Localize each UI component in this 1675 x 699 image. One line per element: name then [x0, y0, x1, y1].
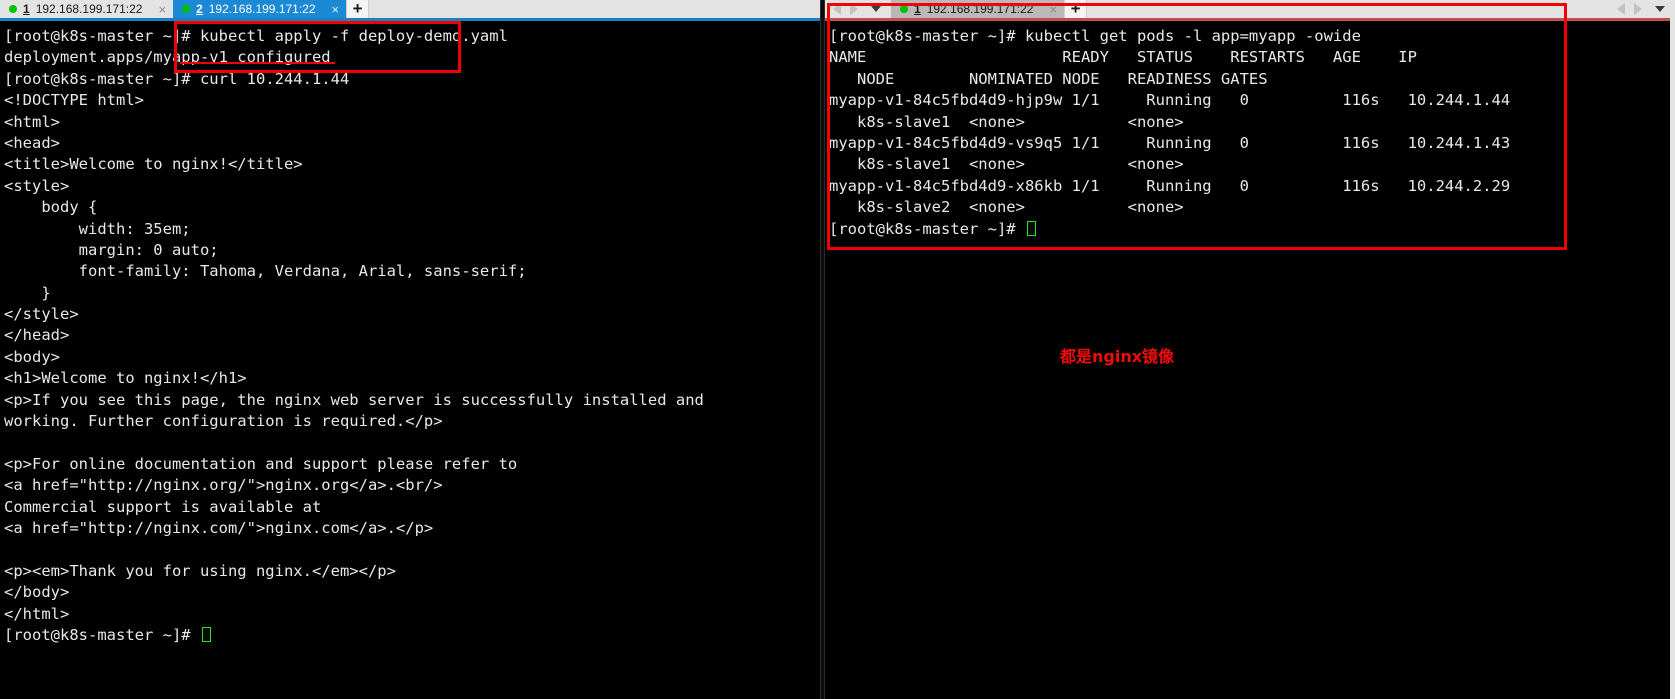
terminal-line: <body> [4, 347, 60, 366]
tab-index: 1 [914, 2, 921, 16]
connection-status-icon [9, 5, 17, 13]
terminal-line: myapp-v1-84c5fbd4d9-vs9q5 1/1 Running 0 … [829, 133, 1511, 152]
terminal-cursor [201, 626, 211, 642]
tab-nav-group [825, 0, 891, 18]
terminal-line: <style> [4, 176, 70, 195]
terminal-line: [root@k8s-master ~]# kubectl get pods -l… [829, 27, 1361, 45]
new-tab-button[interactable]: + [1064, 0, 1088, 18]
tabbar-empty-space [369, 0, 820, 18]
terminal-line: <p>If you see this page, the nginx web s… [4, 390, 704, 409]
tab-label: 192.168.199.171:22 [926, 2, 1034, 16]
tabbar-right: 1 192.168.199.171:22 × + [825, 0, 1675, 21]
terminal-output-left[interactable]: [root@k8s-master ~]# kubectl apply -f de… [0, 21, 820, 646]
terminal-cursor [1026, 220, 1036, 236]
terminal-line: <a href="http://nginx.com/">nginx.com</a… [4, 518, 434, 537]
terminal-line: margin: 0 auto; [4, 240, 219, 259]
terminal-output-right[interactable]: [root@k8s-master ~]# kubectl get pods -l… [825, 21, 1675, 240]
terminal-line: working. Further configuration is requir… [4, 412, 443, 431]
annotation-note: 都是nginx镜像 [1060, 347, 1175, 366]
terminal-line: <p><em>Thank you for using nginx.</em></… [4, 561, 396, 580]
tab-index: 1 [23, 2, 30, 16]
tabbar-empty-space [1087, 0, 1609, 18]
app-window: 1 192.168.199.171:22 × 2 192.168.199.171… [0, 0, 1675, 699]
close-icon[interactable]: × [158, 3, 166, 16]
terminal-line: <a href="http://nginx.org/">nginx.org</a… [4, 476, 443, 495]
terminal-line: NODE NOMINATED NODE READINESS GATES [829, 69, 1268, 88]
terminal-line: <p>For online documentation and support … [4, 454, 518, 473]
tab-left-2[interactable]: 2 192.168.199.171:22 × [173, 0, 347, 18]
tab-right-1[interactable]: 1 192.168.199.171:22 × [891, 0, 1065, 18]
terminal-line: <h1>Welcome to nginx!</h1> [4, 369, 247, 388]
terminal-line: <title>Welcome to nginx!</title> [4, 155, 303, 174]
terminal-line: } [4, 283, 51, 302]
tab-label: 192.168.199.171:22 [35, 2, 143, 16]
connection-status-icon [182, 5, 191, 13]
chevron-down-icon[interactable] [871, 6, 881, 12]
terminal-pane-left: 1 192.168.199.171:22 × 2 192.168.199.171… [0, 0, 820, 699]
terminal-line: k8s-slave2 <none> <none> [829, 198, 1184, 217]
terminal-line: width: 35em; [4, 219, 191, 238]
tabbar-left: 1 192.168.199.171:22 × 2 192.168.199.171… [0, 0, 820, 21]
terminal-line: <head> [4, 133, 60, 152]
terminal-line: [root@k8s-master ~]# kubectl apply -f de… [4, 27, 508, 45]
terminal-line: [root@k8s-master ~]# curl 10.244.1.44 [4, 69, 350, 88]
arrow-left-icon[interactable] [833, 3, 841, 15]
close-icon[interactable]: × [1049, 3, 1057, 16]
terminal-line: k8s-slave1 <none> <none> [829, 155, 1184, 174]
terminal-pane-right: 1 192.168.199.171:22 × + [root@k8s-maste… [825, 0, 1675, 699]
terminal-line: Commercial support is available at [4, 497, 322, 516]
terminal-line: </head> [4, 326, 70, 345]
tab-left-1[interactable]: 1 192.168.199.171:22 × [0, 0, 174, 18]
arrow-left-icon[interactable] [1617, 3, 1625, 15]
terminal-line: </style> [4, 305, 79, 324]
terminal-line: k8s-slave1 <none> <none> [829, 112, 1184, 131]
arrow-right-icon[interactable] [1634, 3, 1642, 15]
terminal-line: NAME READY STATUS RESTARTS AGE IP [829, 48, 1417, 67]
terminal-line: font-family: Tahoma, Verdana, Arial, san… [4, 262, 527, 281]
terminal-line: <html> [4, 112, 60, 131]
terminal-line: <!DOCTYPE html> [4, 91, 144, 110]
close-icon[interactable]: × [332, 3, 340, 16]
new-tab-button[interactable]: + [346, 0, 370, 18]
arrow-right-icon[interactable] [850, 3, 858, 15]
connection-status-icon [900, 5, 908, 13]
terminal-line: myapp-v1-84c5fbd4d9-x86kb 1/1 Running 0 … [829, 176, 1511, 195]
tab-label: 192.168.199.171:22 [208, 2, 316, 16]
strikethrough-line [180, 62, 335, 64]
chevron-down-icon[interactable] [1655, 6, 1665, 12]
terminal-line: </body> [4, 583, 70, 602]
tab-index: 2 [196, 2, 203, 16]
terminal-line: body { [4, 198, 98, 217]
terminal-line: [root@k8s-master ~]# [4, 625, 820, 646]
terminal-line: deployment.apps/myapp-v1 configured [4, 48, 331, 67]
terminal-line: myapp-v1-84c5fbd4d9-hjp9w 1/1 Running 0 … [829, 91, 1511, 110]
terminal-line: [root@k8s-master ~]# [829, 219, 1675, 240]
terminal-line: </html> [4, 604, 70, 623]
window-right-edge [1670, 0, 1675, 699]
tab-nav-group-right [1609, 0, 1675, 18]
